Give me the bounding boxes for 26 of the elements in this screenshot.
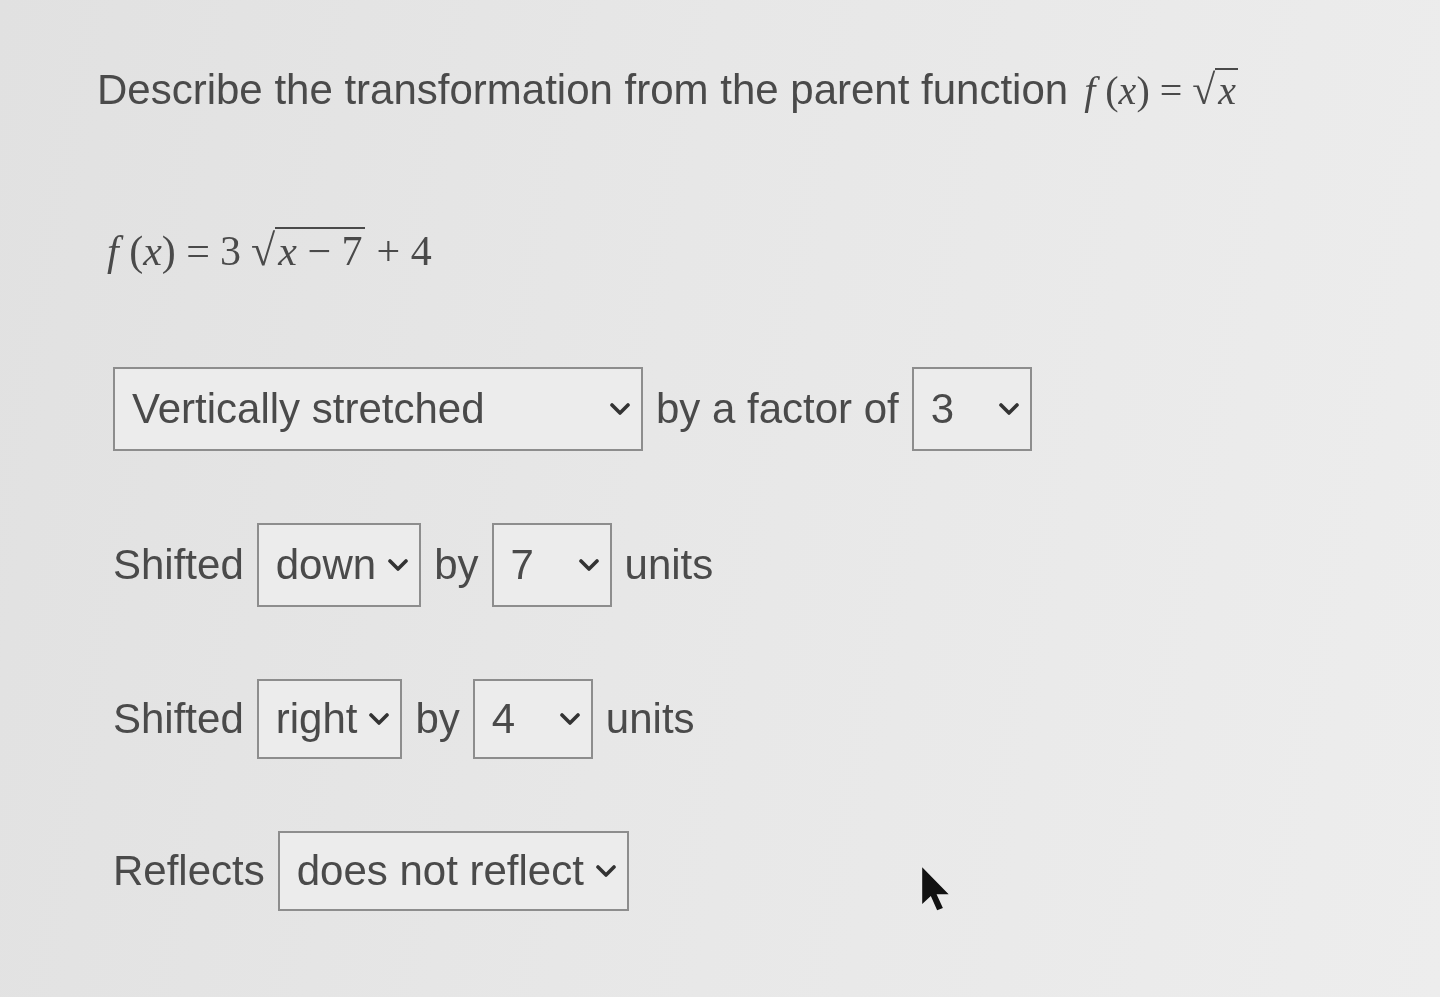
label: by xyxy=(434,541,479,589)
dropdown[interactable]: does not reflect xyxy=(277,831,629,911)
caret-icon xyxy=(578,558,599,572)
dropdown[interactable]: right xyxy=(256,679,403,759)
label: by a factor of xyxy=(656,385,899,433)
dropdown[interactable]: 7 xyxy=(491,523,612,607)
pointer-icon xyxy=(921,866,951,912)
caret-icon xyxy=(610,402,630,416)
caret-icon xyxy=(998,402,1019,416)
caret-icon xyxy=(388,558,409,572)
label: Shifted xyxy=(113,695,244,743)
caret-icon xyxy=(559,712,580,726)
caret-icon xyxy=(595,864,616,878)
dropdown[interactable]: down xyxy=(256,523,422,607)
dropdown[interactable]: 3 xyxy=(911,367,1032,451)
label: units xyxy=(624,541,714,589)
dropdown[interactable]: Vertically stretched xyxy=(113,367,643,451)
label: Shifted xyxy=(113,541,244,589)
formula: f (x) = 3 √x − 7 + 4 xyxy=(107,224,432,276)
dropdown[interactable]: 4 xyxy=(472,679,593,759)
formula: f (x) = √x xyxy=(1084,66,1239,114)
label: Reflects xyxy=(113,847,265,895)
caret-icon xyxy=(369,712,390,726)
question-text: Describe the transformation from the parent function xyxy=(97,66,1069,114)
label: by xyxy=(415,695,460,743)
label: units xyxy=(605,695,695,743)
